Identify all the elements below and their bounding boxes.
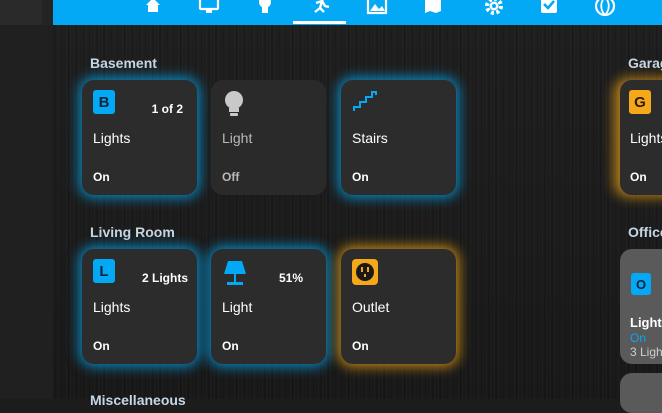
tile-state: On	[93, 339, 110, 353]
tile-basement-stairs[interactable]: Stairs On	[341, 80, 456, 195]
tile-office-next[interactable]	[620, 373, 662, 413]
tile-basement-lights[interactable]: B 1 of 2 Lights On	[82, 80, 197, 195]
active-tab-indicator	[293, 21, 346, 24]
tile-name: Lights	[630, 130, 662, 146]
letter-g-icon: G	[629, 90, 651, 114]
image-icon[interactable]	[359, 0, 395, 25]
gear-icon[interactable]	[476, 0, 512, 25]
section-title-basement: Basement	[90, 55, 157, 71]
home-icon[interactable]	[135, 0, 171, 25]
tile-state: On	[352, 339, 369, 353]
sidebar-divider	[42, 0, 53, 25]
lightbulb-icon	[222, 90, 246, 116]
section-title-miscellaneous: Miscellaneous	[90, 392, 186, 408]
monitor-icon[interactable]	[191, 0, 227, 25]
tile-name: Lights	[630, 315, 662, 330]
section-title-living-room: Living Room	[90, 224, 175, 240]
tile-brightness: 51%	[278, 271, 303, 285]
section-title-office: Office	[628, 224, 662, 240]
letter-o-icon: O	[631, 273, 651, 295]
globe-icon[interactable]	[587, 0, 623, 25]
tile-subtitle: 3 Lights	[630, 345, 662, 359]
tile-state: On	[352, 170, 369, 184]
tile-state: On	[222, 339, 239, 353]
tile-state: On	[93, 170, 110, 184]
check-box-icon[interactable]	[531, 0, 567, 25]
section-title-garage: Garage	[628, 55, 662, 71]
tile-name: Stairs	[352, 130, 388, 146]
tile-garage-lights[interactable]: G Lights On	[620, 80, 662, 195]
map-icon[interactable]	[415, 0, 451, 25]
tile-office-lights[interactable]: O Lights On 3 Lights	[620, 249, 662, 364]
sidebar	[0, 0, 54, 399]
tile-state: On	[630, 170, 647, 184]
tile-basement-light[interactable]: Light Off	[211, 80, 326, 195]
top-nav-bar	[53, 0, 662, 25]
tile-name: Light	[222, 130, 253, 146]
stairs-icon	[352, 90, 377, 114]
letter-l-icon: L	[93, 259, 117, 283]
tile-count: 1 of 2	[151, 102, 183, 116]
lamp-icon	[222, 259, 246, 285]
tile-name: Lights	[93, 299, 131, 315]
tile-name: Light	[222, 299, 253, 315]
outlet-icon	[352, 259, 378, 285]
tile-living-room-light[interactable]: 51% Light On	[211, 249, 326, 364]
tile-name: Outlet	[352, 299, 390, 315]
tile-living-room-outlet[interactable]: Outlet On	[341, 249, 456, 364]
tile-name: Lights	[93, 130, 131, 146]
tile-count: 2 Lights	[141, 271, 188, 285]
tile-state: Off	[222, 170, 240, 184]
letter-b-icon: B	[93, 90, 117, 114]
tile-state: On	[630, 331, 647, 345]
tile-living-room-lights[interactable]: L 2 Lights Lights On	[82, 249, 197, 364]
lightbulb-icon[interactable]	[247, 0, 283, 25]
